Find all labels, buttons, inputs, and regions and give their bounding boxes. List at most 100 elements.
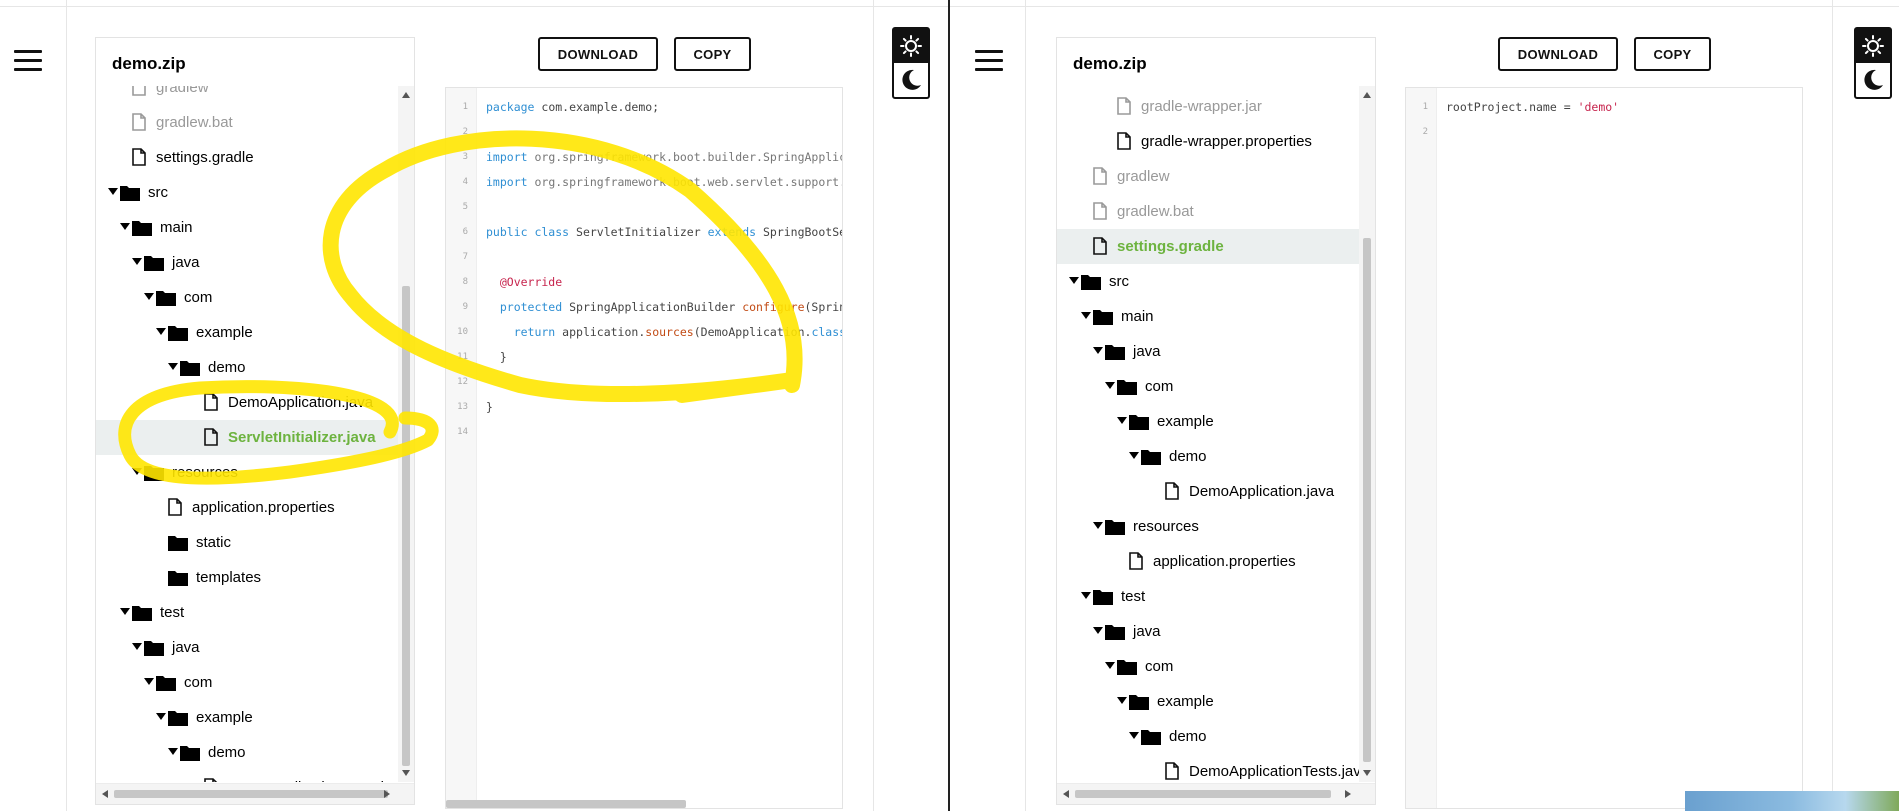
file-item[interactable]: gradle-wrapper.properties (1057, 124, 1359, 159)
caret-down-icon[interactable] (132, 468, 142, 475)
folder-item[interactable]: com (96, 665, 398, 700)
folder-item[interactable]: example (1057, 404, 1359, 439)
vertical-scrollbar[interactable] (1359, 86, 1375, 782)
folder-item[interactable]: test (1057, 579, 1359, 614)
folder-item[interactable]: example (96, 315, 398, 350)
folder-item[interactable]: java (1057, 334, 1359, 369)
caret-down-icon[interactable] (108, 188, 118, 195)
folder-item[interactable]: example (96, 700, 398, 735)
file-item[interactable]: DemoApplication.java (96, 385, 398, 420)
folder-item[interactable]: resources (96, 455, 398, 490)
caret-down-icon[interactable] (1093, 522, 1103, 529)
file-item[interactable]: DemoApplication.java (1057, 474, 1359, 509)
vertical-scrollbar[interactable] (398, 86, 414, 782)
file-icon (1165, 482, 1179, 504)
scroll-thumb[interactable] (1075, 790, 1331, 798)
folder-item[interactable]: demo (96, 735, 398, 770)
scroll-left-icon[interactable] (1063, 790, 1069, 798)
moon-icon[interactable] (894, 63, 928, 97)
line-number: 4 (462, 177, 468, 187)
scroll-thumb[interactable] (402, 286, 410, 766)
caret-down-icon[interactable] (1129, 452, 1139, 459)
folder-item[interactable]: java (96, 245, 398, 280)
folder-item[interactable]: com (96, 280, 398, 315)
caret-down-icon[interactable] (156, 328, 166, 335)
folder-item[interactable]: main (1057, 299, 1359, 334)
file-item[interactable]: gradlew.bat (1057, 194, 1359, 229)
caret-down-icon[interactable] (1105, 382, 1115, 389)
caret-down-icon[interactable] (1081, 312, 1091, 319)
file-item[interactable]: gradle-wrapper.jar (1057, 89, 1359, 124)
scroll-up-icon[interactable] (1363, 92, 1371, 98)
folder-item[interactable]: main (96, 210, 398, 245)
file-item[interactable]: ServletInitializer.java (96, 420, 398, 455)
caret-down-icon[interactable] (144, 293, 154, 300)
scroll-down-icon[interactable] (1363, 770, 1371, 776)
folder-item[interactable]: com (1057, 649, 1359, 684)
file-item[interactable]: gradlew.bat (96, 105, 398, 140)
line-number: 2 (1422, 127, 1428, 137)
horizontal-scrollbar[interactable] (1057, 783, 1375, 804)
code-text: @Override (486, 275, 562, 289)
scroll-thumb[interactable] (1363, 238, 1371, 762)
caret-down-icon[interactable] (132, 258, 142, 265)
folder-item[interactable]: test (96, 595, 398, 630)
sun-icon[interactable] (894, 29, 928, 63)
file-item[interactable]: gradlew (1057, 159, 1359, 194)
caret-down-icon[interactable] (1129, 732, 1139, 739)
scroll-right-icon[interactable] (1345, 790, 1351, 798)
scroll-left-icon[interactable] (102, 790, 108, 798)
caret-down-icon[interactable] (1069, 277, 1079, 284)
caret-down-icon[interactable] (168, 748, 178, 755)
caret-down-icon[interactable] (1093, 347, 1103, 354)
folder-item[interactable]: demo (1057, 719, 1359, 754)
folder-icon (180, 360, 200, 380)
caret-down-icon[interactable] (1105, 662, 1115, 669)
caret-down-icon[interactable] (1117, 697, 1127, 704)
caret-down-icon[interactable] (120, 223, 130, 230)
file-item[interactable]: settings.gradle (1057, 229, 1359, 264)
caret-down-icon[interactable] (132, 643, 142, 650)
code-scroll-thumb[interactable] (446, 800, 686, 808)
caret-down-icon[interactable] (1117, 417, 1127, 424)
caret-down-icon[interactable] (156, 713, 166, 720)
folder-item[interactable]: src (1057, 264, 1359, 299)
download-button[interactable]: DOWNLOAD (538, 37, 658, 71)
menu-icon[interactable] (975, 50, 1003, 72)
menu-icon[interactable] (14, 50, 42, 72)
moon-icon[interactable] (1856, 63, 1890, 97)
folder-item[interactable]: templates (96, 560, 398, 595)
caret-down-icon[interactable] (168, 363, 178, 370)
file-item[interactable]: settings.gradle (96, 140, 398, 175)
folder-item[interactable]: demo (1057, 439, 1359, 474)
caret-down-icon[interactable] (1093, 627, 1103, 634)
copy-button[interactable]: COPY (674, 37, 751, 71)
scroll-down-icon[interactable] (402, 770, 410, 776)
scroll-right-icon[interactable] (384, 790, 390, 798)
file-item[interactable]: DemoApplicationTests.java (1057, 754, 1369, 782)
folder-item[interactable]: java (96, 630, 398, 665)
copy-button[interactable]: COPY (1634, 37, 1711, 71)
caret-down-icon[interactable] (1081, 592, 1091, 599)
caret-down-icon[interactable] (144, 678, 154, 685)
code-token: class (811, 325, 843, 339)
folder-item[interactable]: static (96, 525, 398, 560)
file-item[interactable]: DemoApplicationTests.java (96, 770, 408, 782)
folder-item[interactable]: java (1057, 614, 1359, 649)
folder-item[interactable]: com (1057, 369, 1359, 404)
file-item[interactable]: application.properties (1057, 544, 1359, 579)
folder-item[interactable]: example (1057, 684, 1359, 719)
folder-item[interactable]: demo (96, 350, 398, 385)
file-item[interactable]: gradlew (96, 86, 398, 105)
horizontal-scrollbar[interactable] (96, 783, 414, 804)
download-button[interactable]: DOWNLOAD (1498, 37, 1618, 71)
tree-item-label: resources (172, 464, 238, 481)
folder-item[interactable]: src (96, 175, 398, 210)
scroll-up-icon[interactable] (402, 92, 410, 98)
sun-icon[interactable] (1856, 29, 1890, 63)
tree-item-label: gradlew (156, 86, 209, 96)
caret-down-icon[interactable] (120, 608, 130, 615)
scroll-thumb[interactable] (114, 790, 388, 798)
folder-item[interactable]: resources (1057, 509, 1359, 544)
file-item[interactable]: application.properties (96, 490, 398, 525)
